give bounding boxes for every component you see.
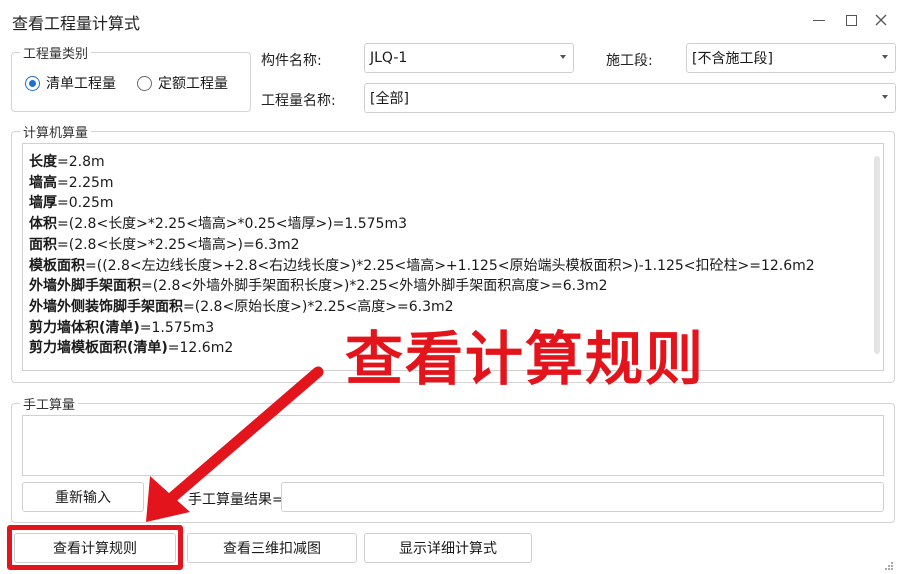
resize-grip[interactable] xyxy=(883,560,893,570)
annotation-text: 查看计算规则 xyxy=(345,325,706,393)
annotation-arrow xyxy=(146,366,324,522)
